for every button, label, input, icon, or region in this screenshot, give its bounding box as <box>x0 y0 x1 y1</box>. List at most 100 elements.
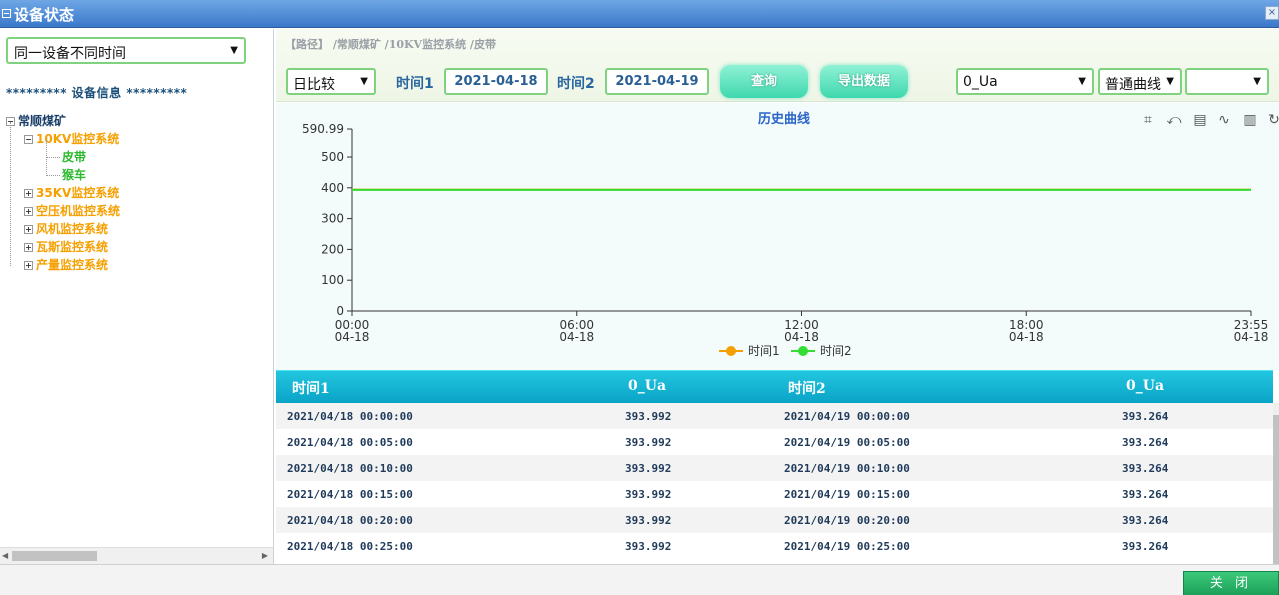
line-chart-icon[interactable]: ∿ <box>1215 111 1233 129</box>
cell-time1: 2021/04/18 00:25:00 <box>287 540 413 553</box>
restore-icon[interactable]: ↻ <box>1265 111 1279 129</box>
time2-input[interactable]: 2021-04-19 <box>605 68 709 95</box>
compare-select-value: 日比较 <box>293 77 335 93</box>
mode-select-value: 同一设备不同时间 <box>14 46 126 62</box>
tree-node-35kv[interactable]: +35KV监控系统 <box>24 184 119 201</box>
tree-node-label: 10KV监控系统 <box>36 132 120 146</box>
cell-value2: 393.264 <box>1122 514 1169 527</box>
close-button[interactable]: 关 闭 <box>1183 571 1279 595</box>
chart-legend[interactable]: 时间1 时间2 <box>719 344 852 358</box>
query-toolbar: 【路径】 /常顺煤矿 /10KV监控系统 /皮带 日比较 ▼ 时间1 2021-… <box>276 29 1279 102</box>
device-info-header: ********* 设备信息 ********* <box>6 86 188 100</box>
y-tick-label: 500 <box>321 150 344 164</box>
curve-type-select[interactable]: 普通曲线 ▼ <box>1098 68 1182 95</box>
bar-chart-icon[interactable]: ▥ <box>1241 111 1259 129</box>
tree-node-label: 风机监控系统 <box>36 222 109 236</box>
x-tick-label: 04-18 <box>784 330 819 344</box>
tree-node-output[interactable]: + 产量监控系统 <box>24 256 108 273</box>
column-header-time2: 时间2 <box>788 381 826 397</box>
cell-value2: 393.264 <box>1122 462 1169 475</box>
table-header: 时间1 0_Ua 时间2 0_Ua <box>276 370 1273 403</box>
collapse-icon[interactable]: − <box>24 135 33 144</box>
table-row[interactable]: 2021/04/18 00:15:00 393.992 2021/04/19 0… <box>276 481 1273 507</box>
cell-value2: 393.264 <box>1122 410 1169 423</box>
cell-time2: 2021/04/19 00:25:00 <box>784 540 910 553</box>
cell-value1: 393.992 <box>625 488 672 501</box>
expand-icon[interactable]: + <box>24 189 33 198</box>
history-chart: 历史曲线 0 100 200 300 400 500 590.99 00:00 04-18 06… <box>276 103 1279 370</box>
curve-type-select-value: 普通曲线 <box>1105 77 1161 93</box>
close-icon[interactable]: × <box>1265 6 1279 20</box>
table-row[interactable]: 2021/04/18 00:20:00 393.992 2021/04/19 0… <box>276 507 1273 533</box>
table-row[interactable]: 2021/04/18 00:10:00 393.992 2021/04/19 0… <box>276 455 1273 481</box>
tree-node-root[interactable]: − 常顺煤矿 <box>6 112 66 129</box>
cell-time2: 2021/04/19 00:05:00 <box>784 436 910 449</box>
scroll-right-icon[interactable]: ▶ <box>262 551 268 560</box>
tree-line <box>10 122 11 266</box>
tree-node-fan[interactable]: + 风机监控系统 <box>24 220 108 237</box>
tree-leaf-belt[interactable]: 皮带 <box>62 148 86 165</box>
cell-time1: 2021/04/18 00:20:00 <box>287 514 413 527</box>
expand-icon[interactable]: + <box>24 261 33 270</box>
chart-title: 历史曲线 <box>758 111 810 127</box>
legend-marker <box>726 346 736 356</box>
scrollbar-thumb[interactable] <box>12 551 97 561</box>
zoom-icon[interactable]: ⌗ <box>1139 111 1157 129</box>
expand-icon[interactable]: + <box>24 207 33 216</box>
scroll-left-icon[interactable]: ◀ <box>2 551 8 560</box>
cell-time2: 2021/04/19 00:15:00 <box>784 488 910 501</box>
time2-label: 时间2 <box>557 76 595 92</box>
breadcrumb: 【路径】 /常顺煤矿 /10KV监控系统 /皮带 <box>285 38 496 51</box>
table-row[interactable]: 2021/04/18 00:25:00 393.992 2021/04/19 0… <box>276 533 1273 559</box>
chevron-down-icon: ▼ <box>1078 76 1086 87</box>
window-title: 设备状态 <box>14 6 75 24</box>
tree-node-10kv[interactable]: −10KV监控系统 <box>24 130 119 147</box>
legend-label[interactable]: 时间1 <box>748 344 780 358</box>
x-tick-label: 04-18 <box>1234 330 1269 344</box>
tree-node-gas[interactable]: + 瓦斯监控系统 <box>24 238 108 255</box>
extra-select[interactable]: ▼ <box>1185 68 1269 95</box>
cell-value1: 393.992 <box>625 436 672 449</box>
right-panel: 【路径】 /常顺煤矿 /10KV监控系统 /皮带 日比较 ▼ 时间1 2021-… <box>276 29 1279 564</box>
cell-value1: 393.992 <box>625 462 672 475</box>
y-tick-label: 100 <box>321 273 344 287</box>
scrollbar-thumb[interactable] <box>1273 415 1279 564</box>
table-row[interactable]: 2021/04/18 00:00:00 393.992 2021/04/19 0… <box>276 403 1273 429</box>
expand-icon[interactable]: + <box>24 243 33 252</box>
export-data-button[interactable]: 导出数据 <box>820 65 908 98</box>
zoom-reset-icon[interactable]: ⤺ <box>1165 111 1183 129</box>
y-tick-label: 300 <box>321 212 344 226</box>
cell-time2: 2021/04/19 00:10:00 <box>784 462 910 475</box>
x-tick-label: 04-18 <box>559 330 594 344</box>
y-tick-label: 200 <box>321 242 344 256</box>
y-axis: 0 100 200 300 400 500 590.99 <box>302 122 353 318</box>
cell-value1: 393.992 <box>625 410 672 423</box>
data-view-icon[interactable]: ▤ <box>1191 111 1209 129</box>
tree-node-label: 空压机监控系统 <box>36 204 121 218</box>
legend-label[interactable]: 时间2 <box>820 344 852 358</box>
window-titlebar: 设备状态 × <box>0 0 1279 28</box>
time1-label: 时间1 <box>396 76 434 92</box>
chevron-down-icon: ▼ <box>1166 76 1174 87</box>
tree-leaf-monkey-car[interactable]: 猴车 <box>62 166 86 183</box>
compare-select[interactable]: 日比较 ▼ <box>286 68 376 95</box>
chart-toolbox: ⌗ ⤺ ▤ ∿ ▥ ↻ <box>1129 111 1279 131</box>
vertical-scrollbar[interactable] <box>1273 403 1279 564</box>
cell-time2: 2021/04/19 00:20:00 <box>784 514 910 527</box>
tree-line <box>46 140 47 176</box>
horizontal-scrollbar[interactable]: ◀ ▶ <box>0 547 273 564</box>
y-tick-label: 400 <box>321 181 344 195</box>
column-header-time1: 时间1 <box>292 381 330 397</box>
expand-icon[interactable]: + <box>24 225 33 234</box>
parameter-select[interactable]: 0_Ua ▼ <box>956 68 1094 95</box>
cell-time2: 2021/04/19 00:00:00 <box>784 410 910 423</box>
mode-select[interactable]: 同一设备不同时间 ▼ <box>6 37 246 64</box>
query-button[interactable]: 查询 <box>720 65 808 98</box>
table-row[interactable]: 2021/04/18 00:05:00 393.992 2021/04/19 0… <box>276 429 1273 455</box>
tree-node-compressor[interactable]: + 空压机监控系统 <box>24 202 120 219</box>
dialog-footer: 关 闭 <box>0 564 1279 595</box>
time1-input[interactable]: 2021-04-18 <box>444 68 548 95</box>
chevron-down-icon: ▼ <box>230 45 238 56</box>
minimize-icon[interactable] <box>2 9 11 18</box>
cell-value2: 393.264 <box>1122 540 1169 553</box>
